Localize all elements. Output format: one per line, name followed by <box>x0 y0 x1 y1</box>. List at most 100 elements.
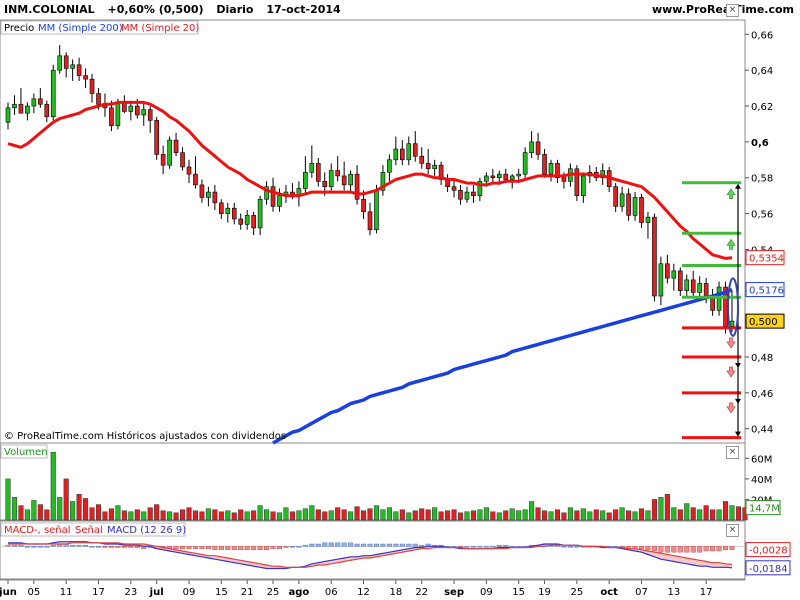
candle-body <box>626 193 631 216</box>
candle-body <box>212 191 218 204</box>
candle-body <box>63 55 69 69</box>
volume-bar <box>399 509 405 521</box>
volume-bar <box>231 512 237 521</box>
price-tick-label: 0,64 <box>751 66 773 77</box>
volume-bar <box>276 512 283 521</box>
volume-bar <box>238 509 244 521</box>
candle-body <box>658 263 664 297</box>
macd-hist-bar <box>399 543 405 547</box>
volume-bar <box>31 500 37 521</box>
candle-body <box>406 143 412 161</box>
macd-hist-bar <box>18 544 24 547</box>
macd-hist-bar <box>697 546 703 553</box>
volume-bar <box>580 508 586 521</box>
macd-hist-bar <box>108 546 114 548</box>
volume-bar <box>735 506 742 521</box>
candle-body <box>219 202 224 214</box>
macd-hist-bar <box>684 546 690 553</box>
volume-bar <box>645 510 651 521</box>
macd-hist-bar <box>212 546 218 551</box>
macd-hist-bar <box>11 544 17 547</box>
candle-body <box>96 93 101 105</box>
volume-bar <box>83 498 89 521</box>
macd-hist-bar <box>180 546 186 549</box>
candle-body <box>393 148 399 161</box>
volume-bar <box>638 508 645 521</box>
candle-body <box>141 109 147 116</box>
candle-body <box>400 148 405 161</box>
candle-body <box>303 172 308 189</box>
volume-bar <box>212 509 218 521</box>
close-volume-panel-icon[interactable]: × <box>726 446 739 459</box>
macd-hist-bar <box>264 546 270 551</box>
macd-hist-bar <box>710 546 716 552</box>
candle-body <box>419 155 425 164</box>
candle-body <box>690 279 696 293</box>
macd-hist-bar <box>31 546 37 548</box>
candle-body <box>206 191 211 198</box>
macd-hist-bar <box>50 544 56 547</box>
macd-hist-bar <box>37 546 43 548</box>
volume-bar <box>102 511 108 521</box>
volume-bar <box>283 507 289 521</box>
close-price-panel-icon[interactable]: × <box>726 4 739 17</box>
macd-hist-bar <box>231 546 237 551</box>
volume-bar <box>37 504 43 521</box>
ma20-legend[interactable]: MM (Simple 20) <box>121 23 199 34</box>
macd-hist-bar <box>703 546 709 552</box>
volume-bar <box>302 508 308 521</box>
x-tick-label: 15 <box>215 587 228 598</box>
x-tick-label: 22 <box>415 587 428 598</box>
candle-body <box>490 175 496 179</box>
volume-bar <box>179 509 186 521</box>
volume-label[interactable]: Volumen <box>4 447 48 458</box>
candle-body <box>173 139 179 153</box>
macd-value-badge-label: -0,0028 <box>749 546 788 557</box>
ma200-legend[interactable]: MM (Simple 200) <box>38 23 123 34</box>
volume-bar <box>445 510 451 521</box>
macd-hist-bar <box>309 543 315 547</box>
macd-legend-3[interactable]: MACD (12 26 9) <box>107 525 186 536</box>
volume-bar <box>593 509 599 521</box>
volume-bar <box>264 509 270 521</box>
volume-bar <box>354 506 360 521</box>
macd-hist-bar <box>95 546 101 548</box>
macd-hist-bar <box>192 546 198 549</box>
macd-hist-bar <box>639 546 645 549</box>
macd-hist-bar <box>5 544 11 547</box>
volume-bar <box>322 511 328 521</box>
candle-body <box>496 173 502 179</box>
macd-hist-bar <box>503 544 509 547</box>
candle-body <box>322 181 328 187</box>
macd-hist-bar <box>315 543 321 547</box>
macd-legend-2[interactable]: Señal <box>75 525 103 536</box>
candle-body <box>535 141 541 155</box>
candle-body <box>225 207 231 214</box>
volume-bar <box>729 505 735 521</box>
candle-body <box>76 64 82 76</box>
macd-hist-bar <box>134 546 140 548</box>
candle-body <box>238 218 244 225</box>
candle-body <box>109 107 114 127</box>
candle-body <box>464 191 470 200</box>
macd-hist-bar <box>173 546 179 549</box>
volume-bar <box>522 509 528 521</box>
macd-hist-bar <box>251 546 257 551</box>
close-macd-panel-icon[interactable]: × <box>726 524 739 537</box>
macd-hist-bar <box>225 546 231 551</box>
volume-bar <box>503 510 509 521</box>
volume-bar <box>5 478 11 521</box>
candle-body <box>652 216 657 297</box>
candle-body <box>134 105 140 116</box>
candle-body <box>522 152 528 175</box>
macd-hist-bar <box>470 546 476 548</box>
macd-hist-bar <box>83 544 89 547</box>
candle-body <box>542 154 547 175</box>
volume-bar <box>70 501 76 521</box>
volume-bar <box>270 511 276 521</box>
volume-bar <box>341 509 347 521</box>
candle-body <box>703 283 709 297</box>
macd-legend-1[interactable]: MACD-, señal <box>4 525 71 536</box>
macd-hist-bar <box>44 546 50 548</box>
chart-canvas[interactable]: 0,660,640,620,60,580,560,540,520,500,480… <box>0 0 800 600</box>
